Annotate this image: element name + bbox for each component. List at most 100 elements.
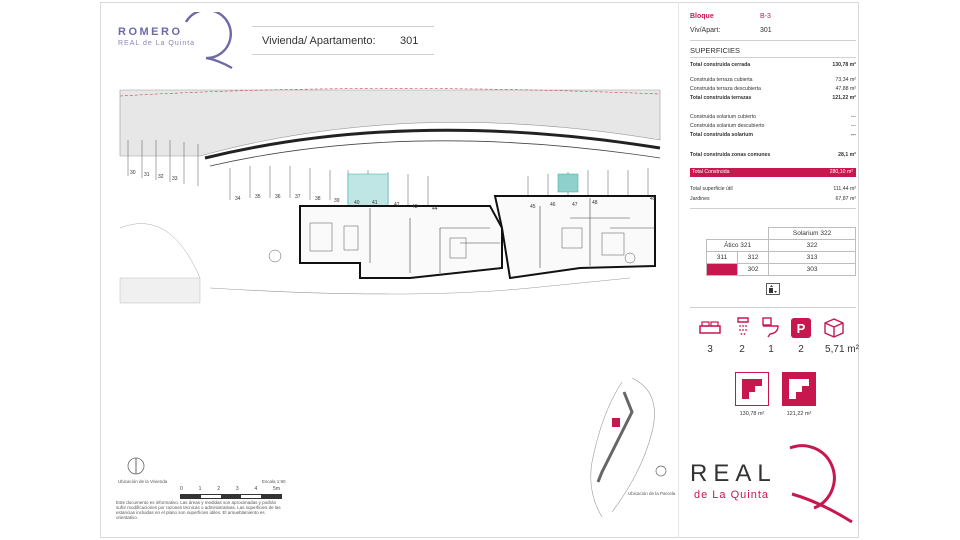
parking-number: 44 — [432, 206, 438, 212]
apartment-title-label: Vivienda/ Apartamento: — [262, 35, 376, 47]
surface-value: 111,44 m² — [833, 186, 856, 192]
surface-row: Total construida solarium --- — [690, 132, 856, 138]
footer-logo-main: REAL — [690, 460, 777, 487]
units-grid: Solarium 322 Ático 321 322 311 312 313 3… — [705, 227, 856, 276]
bedrooms-count: 3 — [707, 344, 713, 355]
location-label: Ubicación de la Parcela — [628, 491, 676, 496]
surface-label: Total construida solarium — [690, 132, 754, 138]
surface-row: Total superficie útil 111,44 m² — [690, 186, 856, 192]
surface-row: Jardines 67,87 m² — [690, 196, 856, 202]
parking-number: 47 — [572, 202, 578, 208]
footer-logo-sub: de La Quinta — [694, 489, 769, 501]
scale-tick: 0 — [180, 486, 183, 492]
surface-value: 67,87 m² — [835, 196, 856, 202]
terrace-area-value: 121,22 m² — [786, 411, 812, 417]
surface-label: Total construida cerrada — [690, 62, 751, 68]
grid-unit: 312 — [737, 251, 770, 264]
disclaimer-text: Este documento es informativo. Las áreas… — [116, 500, 281, 520]
surface-value: 280,10 m² — [829, 169, 853, 175]
parking-number: 46 — [550, 202, 556, 208]
svg-text:P: P — [797, 321, 806, 336]
surface-row: Total construida zonas comunes 28,1 m² — [690, 152, 856, 158]
surface-label: Construida solarium cubierto — [690, 114, 757, 120]
parking-number: 43 — [412, 204, 418, 210]
scale-tick: 2 — [217, 486, 220, 492]
grid-atico: Ático 321 — [705, 239, 770, 252]
parking-icon: P — [791, 318, 811, 338]
viv-label: Viv/Apart: — [690, 27, 721, 34]
surfaces-title: SUPERFICIES — [690, 46, 741, 55]
scale-tick: 1 — [198, 486, 202, 492]
surface-label: Construida terraza cubierta — [690, 77, 753, 83]
surface-row: Construida solarium cubierto --- — [690, 114, 856, 120]
footer-logo-q-icon — [789, 444, 853, 524]
north-label: Ubicación de la Vivienda — [118, 479, 168, 484]
surface-value: --- — [850, 123, 856, 129]
surface-value: --- — [850, 132, 856, 138]
grid-unit: 302 — [737, 263, 770, 276]
divider-surfaces-bottom — [690, 208, 856, 209]
grid-unit: 311 — [705, 251, 739, 264]
apartment-title-box: Vivienda/ Apartamento: 301 — [252, 26, 434, 55]
parking-number: 33 — [172, 176, 178, 182]
storage-box-icon — [824, 318, 844, 338]
viv-value: 301 — [760, 27, 772, 34]
closed-area-icon — [735, 372, 769, 406]
parking-number: 45 — [530, 204, 536, 210]
surface-row: Construida terraza descubierta 47,88 m² — [690, 86, 856, 92]
parking-number: 40 — [354, 200, 360, 206]
location-north-icon — [655, 465, 667, 477]
terrace-area-icon — [782, 372, 816, 406]
parking-number: 48 — [592, 200, 598, 206]
toilet-icon — [762, 317, 779, 338]
surface-row: Total construida cerrada 130,78 m² — [690, 62, 856, 68]
grid-unit: 313 — [768, 251, 856, 264]
north-arrow-icon — [127, 457, 145, 475]
parking-number: 41 — [372, 200, 378, 206]
bed-icon — [699, 321, 721, 334]
parking-number: 35 — [255, 194, 261, 200]
divider-features — [690, 307, 856, 308]
surface-label: Total Construida — [692, 169, 730, 175]
bloque-label: Bloque — [690, 13, 714, 20]
surface-label: Construida solarium descubierto — [690, 123, 765, 129]
parking-number: 37 — [295, 194, 301, 200]
surface-label: Total construida terrazas — [690, 95, 752, 101]
surface-value: 28,1 m² — [838, 152, 856, 158]
scale-tick: 3 — [235, 486, 239, 492]
surface-row: Total construida terrazas 121,22 m² — [690, 95, 856, 101]
apartment-title-value: 301 — [400, 35, 419, 47]
floor-plan: 30 31 32 33 34 35 36 37 38 39 40 41 42 43 44 45 46 47 48 49 — [119, 88, 661, 304]
toilets-count: 1 — [768, 344, 774, 355]
closed-area-value: 130,78 m² — [739, 411, 765, 417]
surface-value: 121,22 m² — [832, 95, 856, 101]
divider-surfaces — [690, 57, 856, 58]
grid-empty — [738, 228, 769, 240]
parking-number: 30 — [130, 170, 136, 176]
elevator-icon — [766, 283, 780, 295]
parking-number: 49 — [650, 196, 656, 202]
surface-value: --- — [850, 114, 856, 120]
grid-atico-right: 322 — [768, 239, 856, 252]
scale-tick: 5m — [273, 486, 280, 492]
parking-number: 36 — [275, 194, 281, 200]
parking-number: 38 — [315, 196, 321, 202]
parking-number: 34 — [235, 196, 241, 202]
bathrooms-count: 2 — [739, 344, 745, 355]
divider-top — [690, 40, 856, 41]
storage-area: 5,71 m² — [825, 344, 859, 355]
parking-number: 32 — [158, 174, 164, 180]
logo-q-mark-icon — [184, 12, 233, 70]
scale-ticks: 0 1 2 3 4 5m — [180, 486, 280, 492]
parking-number: 31 — [144, 172, 150, 178]
surface-label: Total construida zonas comunes — [690, 152, 771, 158]
total-construida-row: Total Construida 280,10 m² — [690, 168, 856, 177]
surface-label: Total superficie útil — [690, 186, 733, 192]
scale-label: Escala 1:90 — [262, 479, 286, 484]
surface-value: 73,34 m² — [835, 77, 856, 83]
grid-solarium: Solarium 322 — [768, 227, 856, 240]
parking-number: 42 — [394, 202, 400, 208]
surface-row: Construida solarium descubierto --- — [690, 123, 856, 129]
grid-unit-selected: 301 — [705, 263, 739, 276]
location-map — [590, 377, 655, 518]
